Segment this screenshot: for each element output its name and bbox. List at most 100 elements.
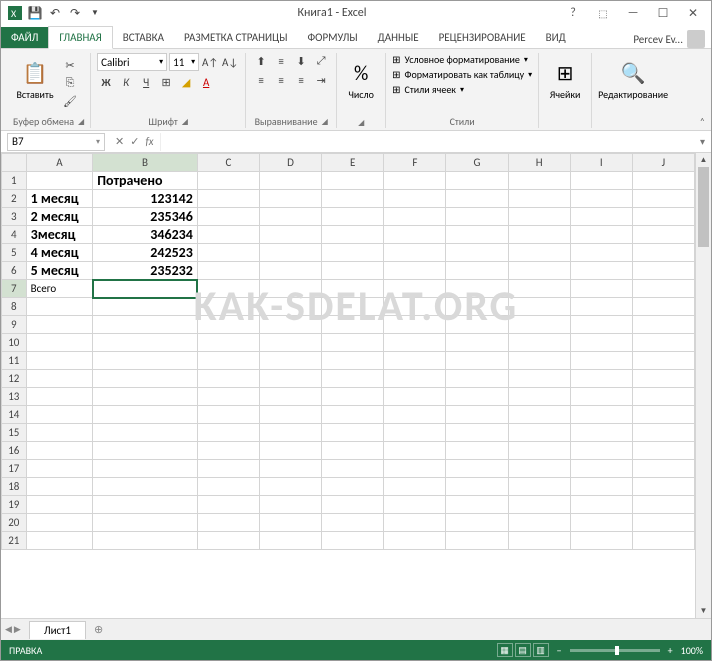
cell[interactable] <box>632 442 694 460</box>
cell[interactable] <box>384 406 446 424</box>
column-header[interactable]: D <box>260 154 322 172</box>
cell[interactable]: 5 месяц <box>26 262 93 280</box>
cells-button[interactable]: ⊞ Ячейки <box>545 53 585 109</box>
cell[interactable] <box>384 370 446 388</box>
tab-home[interactable]: ГЛАВНАЯ <box>48 26 112 49</box>
cell[interactable] <box>260 496 322 514</box>
cell[interactable] <box>384 262 446 280</box>
cell[interactable] <box>322 208 384 226</box>
decrease-font-icon[interactable]: A↓ <box>221 54 239 70</box>
editing-button[interactable]: 🔍 Редактирование <box>598 53 668 109</box>
cell[interactable] <box>446 352 508 370</box>
row-header[interactable]: 17 <box>2 460 27 478</box>
align-top-icon[interactable]: ⬆ <box>252 53 270 69</box>
cell[interactable] <box>632 514 694 532</box>
cell[interactable] <box>508 244 570 262</box>
align-middle-icon[interactable]: ≡ <box>272 53 290 69</box>
cell[interactable] <box>93 406 198 424</box>
cell[interactable]: Всего <box>26 280 93 298</box>
column-header[interactable]: B <box>93 154 198 172</box>
cell[interactable] <box>632 478 694 496</box>
cell[interactable] <box>570 460 632 478</box>
cell[interactable] <box>260 208 322 226</box>
select-all-corner[interactable] <box>2 154 27 172</box>
cell[interactable] <box>446 244 508 262</box>
cell[interactable] <box>322 172 384 190</box>
cut-icon[interactable]: ✂ <box>61 57 79 73</box>
cell[interactable]: Потрачено <box>93 172 198 190</box>
tab-data[interactable]: ДАННЫЕ <box>368 27 429 48</box>
cell[interactable] <box>260 388 322 406</box>
orientation-icon[interactable]: ⤢ <box>312 53 330 69</box>
cell[interactable] <box>570 370 632 388</box>
cell[interactable]: 242523 <box>93 244 198 262</box>
row-header[interactable]: 14 <box>2 406 27 424</box>
cell[interactable] <box>322 406 384 424</box>
cell[interactable] <box>197 262 259 280</box>
cell[interactable] <box>197 208 259 226</box>
cell[interactable] <box>26 496 93 514</box>
row-header[interactable]: 4 <box>2 226 27 244</box>
cell[interactable] <box>197 280 259 298</box>
cell[interactable] <box>446 190 508 208</box>
zoom-level[interactable]: 100% <box>681 644 703 657</box>
bold-icon[interactable]: Ж <box>97 74 115 90</box>
cell[interactable] <box>570 352 632 370</box>
cell[interactable] <box>26 334 93 352</box>
help-icon[interactable]: ? <box>561 4 585 22</box>
cell[interactable] <box>384 298 446 316</box>
align-left-icon[interactable]: ≡ <box>252 72 270 88</box>
cell[interactable] <box>508 280 570 298</box>
cell[interactable] <box>570 262 632 280</box>
row-header[interactable]: 21 <box>2 532 27 550</box>
sheet-tab[interactable]: Лист1 <box>29 621 86 639</box>
clipboard-dialog-icon[interactable]: ◢ <box>78 117 84 127</box>
cell[interactable] <box>260 442 322 460</box>
cell[interactable] <box>26 532 93 550</box>
cell[interactable] <box>93 514 198 532</box>
column-header[interactable]: G <box>446 154 508 172</box>
normal-view-icon[interactable]: ▦ <box>497 643 513 657</box>
row-header[interactable]: 18 <box>2 478 27 496</box>
zoom-in-icon[interactable]: + <box>668 644 673 657</box>
sheet-nav-next-icon[interactable]: ▶ <box>14 624 21 635</box>
page-break-view-icon[interactable]: ▥ <box>533 643 549 657</box>
cell[interactable] <box>93 442 198 460</box>
cell[interactable] <box>570 190 632 208</box>
cell[interactable] <box>93 370 198 388</box>
qat-dropdown-icon[interactable]: ▼ <box>87 5 103 21</box>
cell[interactable] <box>446 388 508 406</box>
row-header[interactable]: 12 <box>2 370 27 388</box>
cell[interactable] <box>197 532 259 550</box>
tab-formulas[interactable]: ФОРМУЛЫ <box>297 27 367 48</box>
cell[interactable] <box>508 478 570 496</box>
cell[interactable] <box>570 388 632 406</box>
cell[interactable] <box>446 496 508 514</box>
row-header[interactable]: 3 <box>2 208 27 226</box>
cell[interactable] <box>570 298 632 316</box>
cell[interactable] <box>197 244 259 262</box>
font-color-icon[interactable]: A <box>197 74 215 90</box>
minimize-icon[interactable]: — <box>621 4 645 22</box>
cell[interactable] <box>446 478 508 496</box>
cell[interactable] <box>384 190 446 208</box>
cell[interactable] <box>446 370 508 388</box>
cell[interactable] <box>26 352 93 370</box>
cell[interactable] <box>632 388 694 406</box>
fx-icon[interactable]: fx <box>145 135 153 148</box>
cell[interactable] <box>446 406 508 424</box>
cell[interactable] <box>26 442 93 460</box>
align-right-icon[interactable]: ≡ <box>292 72 310 88</box>
cell[interactable] <box>508 514 570 532</box>
conditional-format-button[interactable]: ⊞Условное форматирование▾ <box>392 53 532 66</box>
cell[interactable] <box>508 226 570 244</box>
cell[interactable] <box>322 226 384 244</box>
cell[interactable] <box>322 388 384 406</box>
cell[interactable] <box>632 460 694 478</box>
user-account[interactable]: Percev Ev... <box>627 30 711 48</box>
row-header[interactable]: 11 <box>2 352 27 370</box>
redo-icon[interactable]: ↷ <box>67 5 83 21</box>
vertical-scrollbar[interactable]: ▲ ▼ <box>695 153 711 618</box>
cell[interactable] <box>632 424 694 442</box>
cell[interactable] <box>384 352 446 370</box>
